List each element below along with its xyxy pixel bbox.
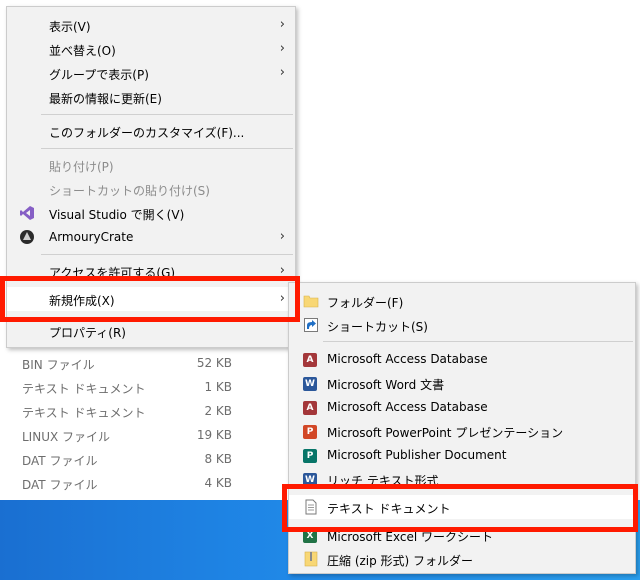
file-list: BIN ファイル 52 KB テキスト ドキュメント 1 KB テキスト ドキュ… [0, 350, 300, 500]
file-size: 52 KB [196, 356, 232, 370]
menu-item-label: 表示(V) [49, 20, 91, 34]
file-type: BIN ファイル [22, 358, 95, 372]
menu-item-label: プロパティ(R) [49, 326, 126, 340]
menu-separator [41, 148, 293, 149]
file-size: 2 KB [204, 404, 232, 418]
menu-item-label: Microsoft Access Database [327, 400, 488, 414]
submenu-item-access-database[interactable]: A Microsoft Access Database [289, 347, 635, 371]
chevron-right-icon: › [279, 41, 285, 56]
menu-item-visual-studio[interactable]: Visual Studio で開く(V) [7, 201, 295, 225]
highlight-box-text-document [282, 484, 638, 532]
submenu-item-access-database-2[interactable]: A Microsoft Access Database [289, 395, 635, 419]
menu-item-label: 貼り付け(P) [49, 160, 114, 174]
submenu-item-shortcut[interactable]: ショートカット(S) [289, 313, 635, 337]
menu-item-label: グループで表示(P) [49, 68, 149, 82]
menu-separator [41, 114, 293, 115]
menu-separator [323, 341, 633, 342]
chevron-right-icon: › [279, 65, 285, 80]
menu-item-label: 並べ替え(O) [49, 44, 116, 58]
file-row[interactable]: テキスト ドキュメント 1 KB [0, 376, 240, 400]
access-icon: A [303, 351, 319, 367]
highlight-box-new [0, 276, 300, 322]
menu-item-label: Microsoft Publisher Document [327, 448, 507, 462]
menu-item-label: 圧縮 (zip 形式) フォルダー [327, 554, 474, 568]
file-type: テキスト ドキュメント [22, 406, 146, 420]
menu-item-paste-shortcut: ショートカットの貼り付け(S) [7, 177, 295, 201]
word-icon: W [303, 375, 319, 391]
menu-item-properties[interactable]: プロパティ(R) [7, 319, 295, 343]
folder-icon [303, 295, 319, 308]
menu-item-label: Microsoft Access Database [327, 352, 488, 366]
file-row[interactable]: DAT ファイル 8 KB [0, 448, 240, 472]
file-size: 1 KB [204, 380, 232, 394]
menu-item-label: ショートカットの貼り付け(S) [49, 184, 210, 198]
menu-item-group[interactable]: グループで表示(P) › [7, 61, 295, 85]
menu-separator [41, 254, 293, 255]
submenu-item-folder[interactable]: フォルダー(F) [289, 289, 635, 313]
access-icon: A [303, 399, 319, 415]
shortcut-icon [304, 318, 318, 332]
publisher-icon: P [303, 447, 319, 463]
menu-item-label: ArmouryCrate [49, 230, 134, 244]
chevron-right-icon: › [279, 17, 285, 32]
submenu-item-word[interactable]: W Microsoft Word 文書 [289, 371, 635, 395]
menu-item-label: フォルダー(F) [327, 296, 404, 310]
file-size: 8 KB [204, 452, 232, 466]
submenu-item-publisher[interactable]: P Microsoft Publisher Document [289, 443, 635, 467]
visual-studio-icon [20, 206, 34, 220]
armourycrate-icon [20, 230, 34, 244]
menu-item-label: ショートカット(S) [327, 320, 428, 334]
menu-item-paste: 貼り付け(P) [7, 153, 295, 177]
menu-item-refresh[interactable]: 最新の情報に更新(E) [7, 85, 295, 109]
zip-folder-icon [304, 551, 318, 567]
menu-item-label: Visual Studio で開く(V) [49, 208, 185, 222]
file-row[interactable]: DAT ファイル 4 KB [0, 472, 240, 496]
submenu-item-zip-folder[interactable]: 圧縮 (zip 形式) フォルダー [289, 547, 635, 571]
file-type: テキスト ドキュメント [22, 382, 146, 396]
menu-item-label: このフォルダーのカスタマイズ(F)... [49, 126, 245, 140]
file-row[interactable]: テキスト ドキュメント 2 KB [0, 400, 240, 424]
menu-item-label: Microsoft PowerPoint プレゼンテーション [327, 426, 564, 440]
chevron-right-icon: › [279, 229, 285, 244]
menu-item-sort[interactable]: 並べ替え(O) › [7, 37, 295, 61]
submenu-item-powerpoint[interactable]: P Microsoft PowerPoint プレゼンテーション [289, 419, 635, 443]
file-type: LINUX ファイル [22, 430, 111, 444]
file-size: 4 KB [204, 476, 232, 490]
file-row[interactable]: LINUX ファイル 19 KB [0, 424, 240, 448]
menu-item-view[interactable]: 表示(V) › [7, 13, 295, 37]
menu-item-label: Microsoft Word 文書 [327, 378, 445, 392]
powerpoint-icon: P [303, 423, 319, 439]
menu-item-armourycrate[interactable]: ArmouryCrate › [7, 225, 295, 249]
file-size: 19 KB [196, 428, 232, 442]
menu-item-customize[interactable]: このフォルダーのカスタマイズ(F)... [7, 119, 295, 143]
file-type: DAT ファイル [22, 454, 98, 468]
menu-item-label: 最新の情報に更新(E) [49, 92, 162, 106]
file-type: DAT ファイル [22, 478, 98, 492]
file-row[interactable]: BIN ファイル 52 KB [0, 352, 240, 376]
